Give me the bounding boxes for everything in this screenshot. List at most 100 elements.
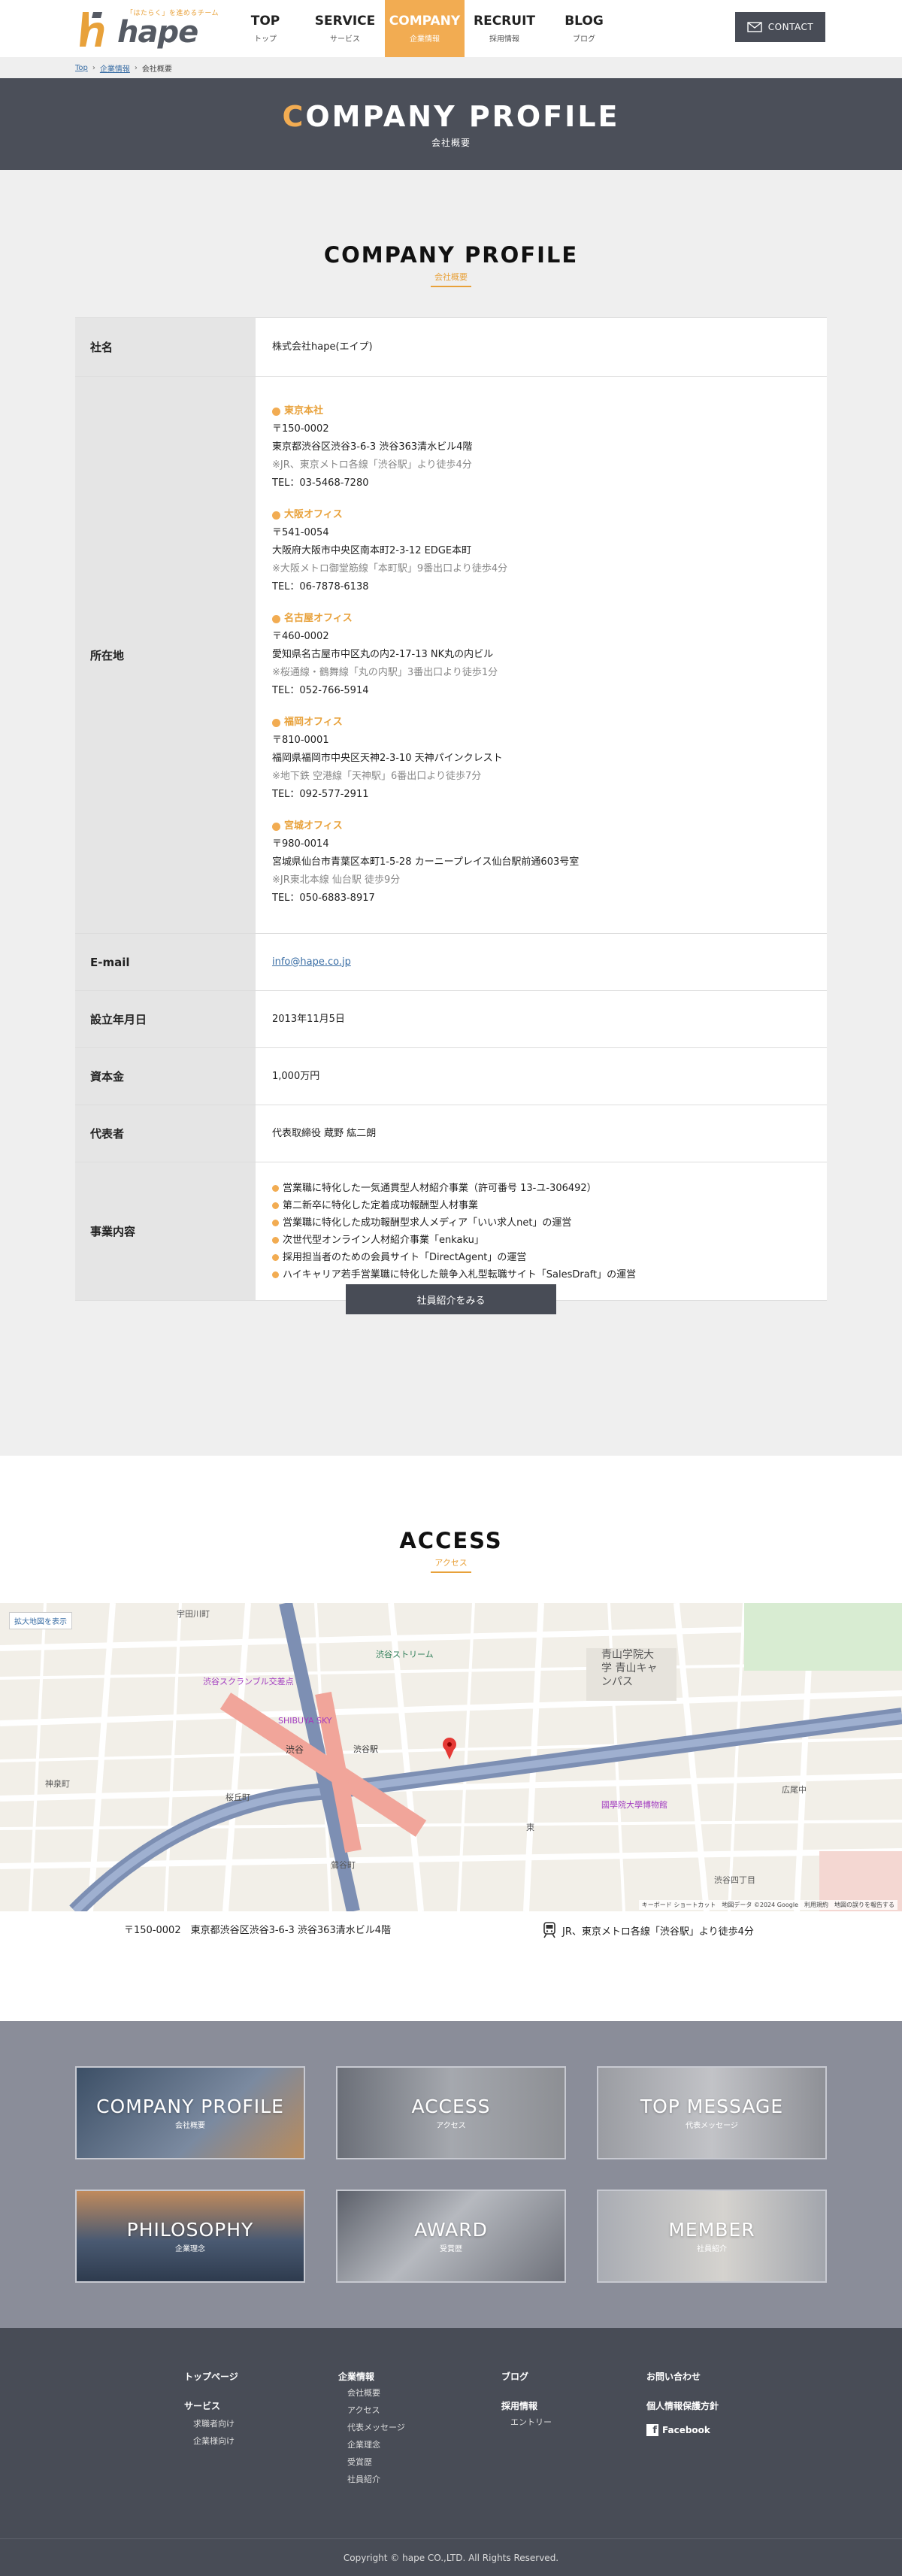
bullet-dot-icon — [272, 822, 280, 831]
row-value: 株式会社hape(エイプ) — [256, 318, 827, 376]
office-nagoya: 名古屋オフィス 〒460-0002 愛知県名古屋市中区丸の内2-17-13 NK… — [272, 613, 498, 696]
tile-philosophy[interactable]: PHILOSOPHY 企業理念 — [75, 2190, 305, 2283]
footer-link-company[interactable]: 企業情報 — [338, 2370, 405, 2383]
profile-table: 社名 株式会社hape(エイプ) 所在地 東京本社 〒150-0002 東京都渋… — [75, 317, 827, 1301]
table-row: 資本金 1,000万円 — [75, 1048, 827, 1105]
footer-link-corporate[interactable]: 企業様向け — [184, 2432, 238, 2450]
breadcrumb-top[interactable]: Top — [75, 64, 88, 72]
map-label: 桜丘町 — [226, 1793, 250, 1802]
footer-link-member[interactable]: 社員紹介 — [338, 2471, 405, 2488]
profile-heading: COMPANY PROFILE 会社概要 — [0, 242, 902, 287]
company-link-tiles: COMPANY PROFILE 会社概要 ACCESS アクセス TOP MESSA… — [0, 2021, 902, 2328]
row-label: 所在地 — [75, 377, 256, 933]
office-fukuoka: 福岡オフィス 〒810-0001 福岡県福岡市中央区天神2-3-10 天神パイン… — [272, 717, 503, 800]
footer-link-recruit[interactable]: 採用情報 — [501, 2399, 552, 2412]
map-label: 広尾中 — [782, 1785, 807, 1795]
footer-link-service[interactable]: サービス — [184, 2399, 238, 2412]
table-row: E-mail info@hape.co.jp — [75, 934, 827, 991]
list-item: 営業職に特化した成功報酬型求人メディア「いい求人net」の運営 — [272, 1214, 810, 1232]
facebook-icon: f — [646, 2424, 658, 2436]
train-icon — [543, 1922, 555, 1938]
nav-blog[interactable]: BLOG ブログ — [544, 0, 624, 57]
footer-link-jobseeker[interactable]: 求職者向け — [184, 2415, 238, 2432]
footer-link-facebook[interactable]: f Facebook — [646, 2424, 719, 2436]
row-value: 代表取締役 蔵野 紘二朗 — [256, 1105, 827, 1162]
row-label: E-mail — [75, 934, 256, 990]
footer-link-access[interactable]: アクセス — [338, 2402, 405, 2419]
office-tokyo: 東京本社 〒150-0002 東京都渋谷区渋谷3-6-3 渋谷363清水ビル4階… — [272, 405, 473, 489]
map-label: 渋谷 — [286, 1744, 304, 1755]
footer-link-message[interactable]: 代表メッセージ — [338, 2419, 405, 2436]
breadcrumb: Top › 企業情報 › 会社概要 — [0, 57, 902, 78]
footer-col-4: お問い合わせ 個人情報保護方針 f Facebook — [646, 2370, 719, 2444]
logo-wordmark: hape — [117, 15, 198, 50]
footer-link-contact[interactable]: お問い合わせ — [646, 2370, 719, 2383]
footer-link-entry[interactable]: エントリー — [501, 2414, 552, 2431]
staff-intro-button[interactable]: 社員紹介をみる — [346, 1284, 556, 1314]
email-link[interactable]: info@hape.co.jp — [272, 953, 810, 971]
list-item: 営業職に特化した一気通貫型人材紹介事業（許可番号 13-ユ-306492） — [272, 1180, 810, 1197]
row-label: 社名 — [75, 318, 256, 376]
footer-link-award[interactable]: 受賞歴 — [338, 2453, 405, 2471]
table-row: 代表者 代表取締役 蔵野 紘二朗 — [75, 1105, 827, 1162]
office-list: 東京本社 〒150-0002 東京都渋谷区渋谷3-6-3 渋谷363清水ビル4階… — [256, 377, 827, 933]
bullet-dot-icon — [272, 1236, 279, 1244]
row-label: 設立年月日 — [75, 991, 256, 1047]
contact-button[interactable]: CONTACT — [735, 12, 825, 42]
table-row: 所在地 東京本社 〒150-0002 東京都渋谷区渋谷3-6-3 渋谷363清水… — [75, 377, 827, 934]
chevron-right-icon: › — [92, 63, 95, 72]
tile-award[interactable]: AWARD 受賞歴 — [336, 2190, 566, 2283]
map-attribution: キーボード ショートカット 地図データ ©2024 Google 利用規約 地図… — [638, 1900, 897, 1910]
page-title: COMPANY PROFILE — [282, 99, 620, 133]
bullet-dot-icon — [272, 1184, 279, 1192]
breadcrumb-company[interactable]: 企業情報 — [100, 62, 130, 74]
bullet-dot-icon — [272, 614, 280, 623]
office-miyagi: 宮城オフィス 〒980-0014 宮城県仙台市青葉区本町1-5-28 カーニープ… — [272, 820, 580, 904]
footer-link-profile[interactable]: 会社概要 — [338, 2384, 405, 2402]
row-label: 代表者 — [75, 1105, 256, 1162]
table-row: 社名 株式会社hape(エイプ) — [75, 318, 827, 377]
list-item: 次世代型オンライン人材紹介事業「enkaku」 — [272, 1232, 810, 1249]
tile-company-profile[interactable]: COMPANY PROFILE 会社概要 — [75, 2066, 305, 2159]
google-map[interactable]: 宇田川町 渋谷スクランブル交差点 SHIBUYA SKY 渋谷 渋谷駅 渋谷スト… — [0, 1603, 902, 1911]
map-label: 渋谷駅 — [353, 1744, 378, 1754]
access-section: ACCESS アクセス 宇田川町 渋谷スクランブル交差点 SHIBUYA SKY… — [0, 1456, 902, 2021]
page-hero: COMPANY PROFILE 会社概要 — [0, 78, 902, 170]
hape-logo[interactable]: 「はたらく」を進めるチーム hape — [75, 5, 219, 53]
bullet-dot-icon — [272, 1271, 279, 1278]
tile-access[interactable]: ACCESS アクセス — [336, 2066, 566, 2159]
map-label: 渋谷ストリーム — [376, 1650, 434, 1659]
bullet-dot-icon — [272, 1253, 279, 1261]
table-row: 事業内容 営業職に特化した一気通貫型人材紹介事業（許可番号 13-ユ-30649… — [75, 1162, 827, 1301]
site-header: 「はたらく」を進めるチーム hape TOP トップ SERVICE サービス CO… — [0, 0, 902, 57]
enlarge-map-link[interactable]: 拡大地図を表示 — [9, 1612, 72, 1629]
footer-col-1: トップページ サービス 求職者向け 企業様向け — [184, 2370, 238, 2450]
footer-link-philosophy[interactable]: 企業理念 — [338, 2436, 405, 2453]
table-row: 設立年月日 2013年11月5日 — [75, 991, 827, 1048]
list-item: 採用担当者のための会員サイト「DirectAgent」の運営 — [272, 1249, 810, 1266]
tile-top-message[interactable]: TOP MESSAGE 代表メッセージ — [597, 2066, 827, 2159]
list-item: ハイキャリア若手営業職に特化した競争入札型転職サイト「SalesDraft」の運… — [272, 1266, 810, 1283]
map-label: SHIBUYA SKY — [278, 1716, 332, 1726]
map-label: 國學院大學博物館 — [601, 1800, 667, 1810]
bullet-dot-icon — [272, 511, 280, 520]
footer-col-2: 企業情報 会社概要 アクセス 代表メッセージ 企業理念 受賞歴 社員紹介 — [338, 2370, 405, 2488]
map-label: 渋谷四丁目 — [714, 1875, 755, 1885]
nav-company[interactable]: COMPANY 企業情報 — [385, 0, 465, 57]
office-osaka: 大阪オフィス 〒541-0054 大阪府大阪市中央区南本町2-3-12 EDGE… — [272, 509, 508, 592]
nav-top[interactable]: TOP トップ — [226, 0, 305, 57]
map-label: 宇田川町 — [177, 1609, 210, 1619]
business-list: 営業職に特化した一気通貫型人材紹介事業（許可番号 13-ユ-306492） 第二… — [256, 1162, 827, 1300]
tile-member[interactable]: MEMBER 社員紹介 — [597, 2190, 827, 2283]
footer-link-privacy[interactable]: 個人情報保護方針 — [646, 2399, 719, 2412]
global-nav: TOP トップ SERVICE サービス COMPANY 企業情報 RECRUIT 採用… — [226, 0, 624, 57]
hape-logo-mark-icon — [80, 12, 104, 47]
bullet-dot-icon — [272, 1202, 279, 1209]
row-value: 2013年11月5日 — [256, 991, 827, 1047]
access-heading: ACCESS アクセス — [0, 1528, 902, 1573]
nav-recruit[interactable]: RECRUIT 採用情報 — [465, 0, 544, 57]
footer-link-blog[interactable]: ブログ — [501, 2370, 552, 2383]
footer-link-top[interactable]: トップページ — [184, 2370, 238, 2383]
nav-service[interactable]: SERVICE サービス — [305, 0, 385, 57]
row-label: 事業内容 — [75, 1162, 256, 1300]
